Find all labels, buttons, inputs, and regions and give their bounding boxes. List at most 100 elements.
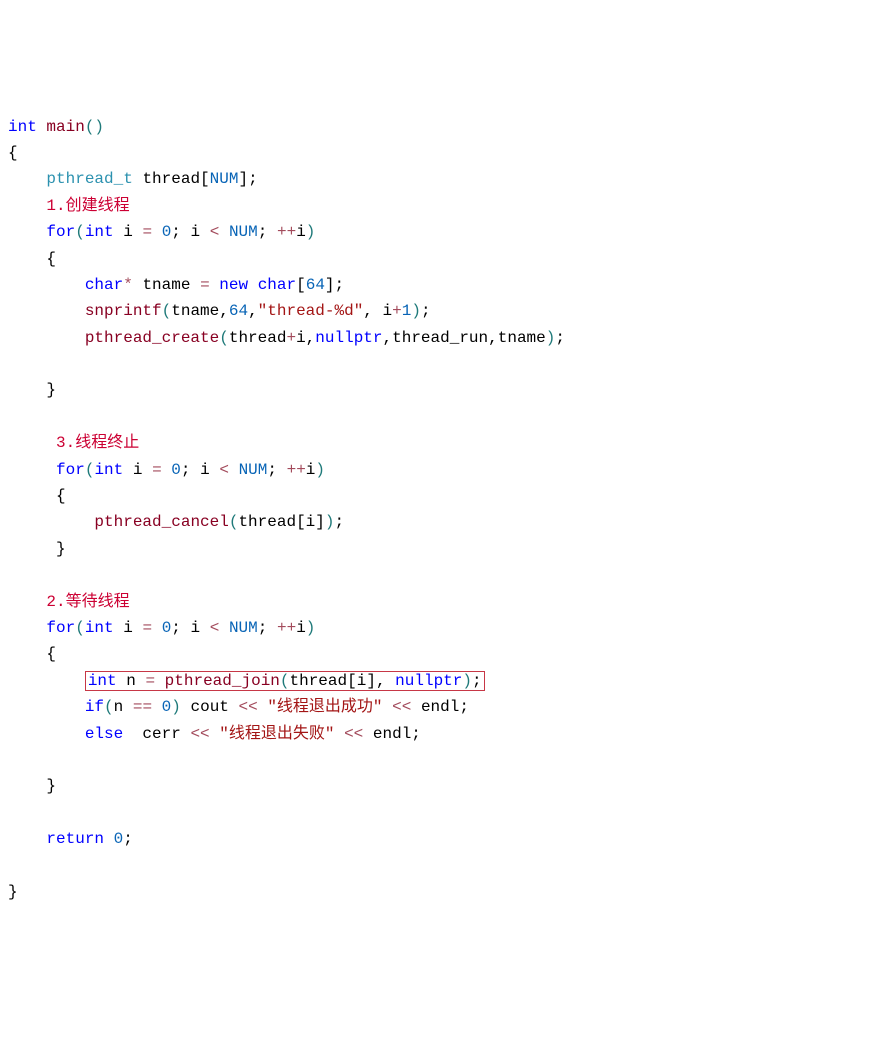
keyword-return: return <box>46 830 104 848</box>
code-line: for(int i = 0; i < NUM; ++i) <box>8 223 315 241</box>
paren-close: ) <box>315 461 325 479</box>
paren-open: ( <box>162 302 172 320</box>
comma: , <box>248 302 258 320</box>
semicolon: ; <box>421 302 431 320</box>
function-pthread-create: pthread_create <box>85 329 219 347</box>
type-pthread-t: pthread_t <box>46 170 132 188</box>
keyword-if: if <box>85 698 104 716</box>
op-lt: < <box>210 223 220 241</box>
keyword-char: char <box>85 276 123 294</box>
op-assign: = <box>142 223 152 241</box>
code-line: pthread_t thread[NUM]; <box>8 170 258 188</box>
bracket-open: [ <box>296 276 306 294</box>
var-i: i <box>123 619 133 637</box>
code-line: { <box>8 645 56 663</box>
code-line: else cerr << "线程退出失败" << endl; <box>8 725 421 743</box>
var-i: i <box>191 619 201 637</box>
code-line: } <box>8 381 56 399</box>
var-cerr: cerr <box>142 725 180 743</box>
comment-create-thread: 1.创建线程 <box>46 197 129 215</box>
brace-open: { <box>8 144 18 162</box>
semicolon: ; <box>555 329 565 347</box>
semicolon: ; <box>335 513 345 531</box>
semicolon: ; <box>171 619 181 637</box>
op-lshift: << <box>392 698 411 716</box>
brace-close: } <box>56 540 66 558</box>
op-lshift: << <box>344 725 363 743</box>
literal-zero: 0 <box>162 223 172 241</box>
code-line: { <box>8 487 66 505</box>
semicolon: ; <box>267 461 277 479</box>
op-eq-eq: == <box>133 698 152 716</box>
literal-zero: 0 <box>162 698 172 716</box>
literal-64: 64 <box>229 302 248 320</box>
paren-close: ) <box>325 513 335 531</box>
literal-zero: 0 <box>162 619 172 637</box>
bracket-open: [ <box>296 513 306 531</box>
arg-tname: tname <box>498 329 546 347</box>
keyword-int: int <box>85 223 114 241</box>
var-thread: thread <box>142 170 200 188</box>
op-increment: ++ <box>277 223 296 241</box>
bracket-close: ] <box>366 672 376 690</box>
brace-close: } <box>8 883 18 901</box>
semicolon: ; <box>171 223 181 241</box>
var-n: n <box>114 698 124 716</box>
brace-open: { <box>46 645 56 663</box>
op-plus: + <box>392 302 402 320</box>
var-tname: tname <box>142 276 190 294</box>
comma: , <box>488 329 498 347</box>
comma: , <box>219 302 229 320</box>
comma: , <box>376 672 386 690</box>
op-star: * <box>123 276 133 294</box>
code-line: snprintf(tname,64,"thread-%d", i+1); <box>8 302 431 320</box>
comma: , <box>306 329 316 347</box>
bracket-open: [ <box>200 170 210 188</box>
function-main: main <box>46 118 84 136</box>
comma: , <box>383 329 393 347</box>
literal-64: 64 <box>306 276 325 294</box>
paren-open: ( <box>75 619 85 637</box>
semicolon: ; <box>258 223 268 241</box>
const-num: NUM <box>229 223 258 241</box>
semicolon: ; <box>123 830 133 848</box>
paren-close: ) <box>462 672 472 690</box>
arg-thread: thread <box>290 672 348 690</box>
paren-close: ) <box>411 302 421 320</box>
code-line: } <box>8 540 66 558</box>
code-line: pthread_create(thread+i,nullptr,thread_r… <box>8 329 565 347</box>
var-i: i <box>133 461 143 479</box>
code-line: char* tname = new char[64]; <box>8 276 344 294</box>
op-assign: = <box>152 461 162 479</box>
var-i: i <box>383 302 393 320</box>
semicolon: ; <box>248 170 258 188</box>
paren-open: ( <box>75 223 85 241</box>
op-assign: = <box>200 276 210 294</box>
var-i: i <box>306 513 316 531</box>
highlighted-box: int n = pthread_join(thread[i], nullptr)… <box>85 671 485 691</box>
var-i: i <box>191 223 201 241</box>
code-line: return 0; <box>8 830 133 848</box>
paren-close: ) <box>306 619 316 637</box>
var-cout: cout <box>190 698 228 716</box>
op-lshift: << <box>239 698 258 716</box>
paren-open: ( <box>219 329 229 347</box>
brace-close: } <box>46 777 56 795</box>
comma: , <box>363 302 373 320</box>
string-literal: "线程退出成功" <box>267 698 382 716</box>
const-num: NUM <box>210 170 239 188</box>
comment-thread-terminate: 3.线程终止 <box>56 434 139 452</box>
code-line: 1.创建线程 <box>8 197 130 215</box>
keyword-int: int <box>8 118 37 136</box>
function-pthread-join: pthread_join <box>165 672 280 690</box>
code-line: 3.线程终止 <box>8 434 139 452</box>
literal-zero: 0 <box>114 830 124 848</box>
brace-open: { <box>56 487 66 505</box>
paren-close: ) <box>171 698 181 716</box>
paren-open: ( <box>229 513 239 531</box>
var-endl: endl <box>373 725 411 743</box>
paren-close: ) <box>306 223 316 241</box>
code-line: int main() <box>8 118 104 136</box>
brace-open: { <box>46 250 56 268</box>
op-lshift: << <box>190 725 209 743</box>
